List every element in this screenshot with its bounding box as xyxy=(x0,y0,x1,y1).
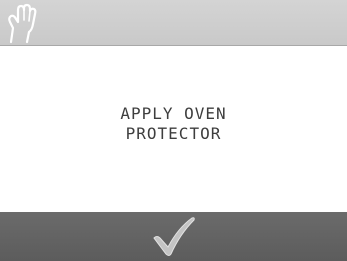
message-area: APPLY OVEN PROTECTOR xyxy=(0,46,347,212)
footer-bar xyxy=(0,212,347,261)
oven-prompt-screen: APPLY OVEN PROTECTOR xyxy=(0,0,347,261)
prompt-message: APPLY OVEN PROTECTOR xyxy=(0,104,347,144)
prompt-line-2: PROTECTOR xyxy=(125,124,222,143)
prompt-line-1: APPLY OVEN xyxy=(120,104,227,123)
confirm-button[interactable] xyxy=(148,214,200,260)
oven-glove-icon[interactable] xyxy=(3,2,43,44)
checkmark-icon xyxy=(153,217,195,256)
header-bar xyxy=(0,0,347,46)
